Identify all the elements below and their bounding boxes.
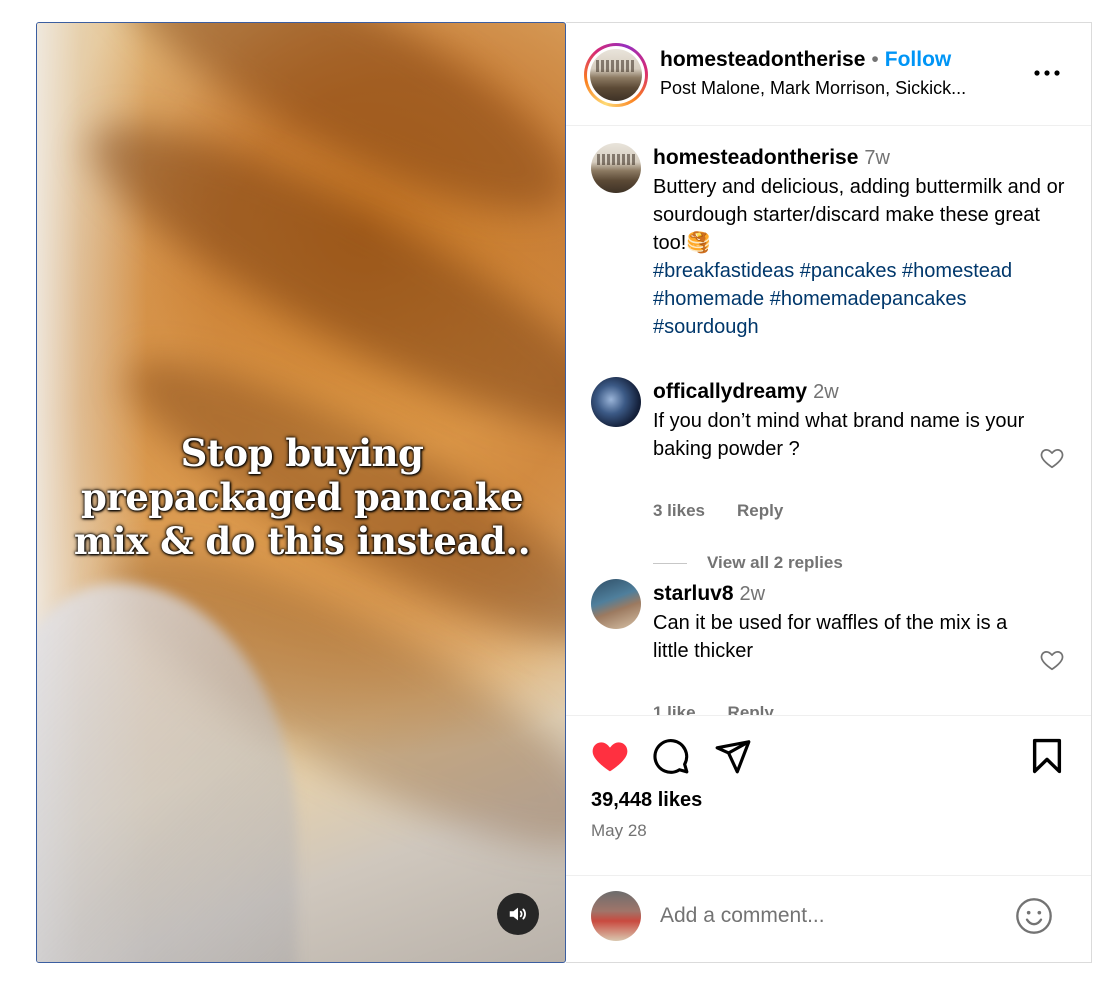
reply-button[interactable]: Reply [728, 703, 774, 715]
post-header: homesteadontherise • Follow Post Malone,… [566, 23, 1091, 126]
post-video[interactable]: Stop buying prepackaged pancake mix & do… [36, 22, 566, 963]
more-options-button[interactable] [1032, 61, 1062, 85]
comment-time: 2w [739, 583, 766, 605]
smiley-icon[interactable] [1014, 896, 1054, 936]
caption-username[interactable]: homesteadontherise [653, 146, 858, 169]
caption-avatar[interactable] [591, 143, 641, 193]
comment-avatar[interactable] [591, 377, 641, 427]
comment: starluv8 2w Can it be used for waffles of… [653, 581, 1043, 665]
comment: officallydreamy 2w If you don’t mind what… [653, 379, 1043, 463]
view-replies-button[interactable]: View all 2 replies [653, 553, 843, 573]
replies-divider [653, 562, 687, 564]
video-overlay-text: Stop buying prepackaged pancake mix & do… [73, 431, 531, 563]
author-avatar [590, 49, 642, 101]
send-icon[interactable] [714, 737, 752, 775]
comment-likes[interactable]: 3 likes [653, 501, 705, 521]
comment-text: If you don’t mind what brand name is you… [653, 410, 1025, 460]
post-sidebar: homesteadontherise • Follow Post Malone,… [566, 22, 1092, 963]
caption: homesteadontherise 7w Buttery and delicio… [653, 145, 1073, 341]
comment-icon[interactable] [652, 737, 690, 775]
comment-username[interactable]: starluv8 [653, 582, 734, 605]
audio-attribution[interactable]: Post Malone, Mark Morrison, Sickick... [660, 78, 966, 99]
current-user-avatar [591, 891, 641, 941]
author-username[interactable]: homesteadontherise [660, 48, 865, 72]
author-avatar-ring[interactable] [584, 43, 648, 107]
caption-hashtags[interactable]: #breakfastideas #pancakes #homestead #ho… [653, 257, 1073, 341]
comment-likes[interactable]: 1 like [653, 703, 696, 715]
heart-outline-icon[interactable] [1039, 445, 1065, 471]
comment-text: Can it be used for waffles of the mix is… [653, 612, 1008, 662]
bookmark-icon[interactable] [1030, 737, 1064, 775]
add-comment-bar [566, 875, 1091, 963]
speaker-icon [509, 907, 526, 921]
separator-dot: • [871, 48, 879, 71]
reply-button[interactable]: Reply [737, 501, 783, 521]
likes-count[interactable]: 39,448 likes [591, 789, 702, 812]
post-date[interactable]: May 28 [591, 821, 647, 841]
comments-section[interactable]: homesteadontherise 7w Buttery and delicio… [566, 127, 1091, 715]
comment-input[interactable] [660, 900, 990, 932]
comment-username[interactable]: officallydreamy [653, 380, 807, 403]
view-replies-label: View all 2 replies [707, 553, 843, 572]
caption-text: Buttery and delicious, adding buttermilk… [653, 176, 1065, 254]
comment-avatar[interactable] [591, 579, 641, 629]
mute-button[interactable] [497, 893, 539, 935]
comment-time: 2w [813, 381, 839, 403]
caption-time: 7w [864, 147, 890, 169]
heart-outline-icon[interactable] [1039, 647, 1065, 673]
heart-filled-icon[interactable] [589, 736, 631, 776]
more-horizontal-icon [1034, 70, 1060, 76]
follow-button[interactable]: Follow [885, 48, 952, 72]
